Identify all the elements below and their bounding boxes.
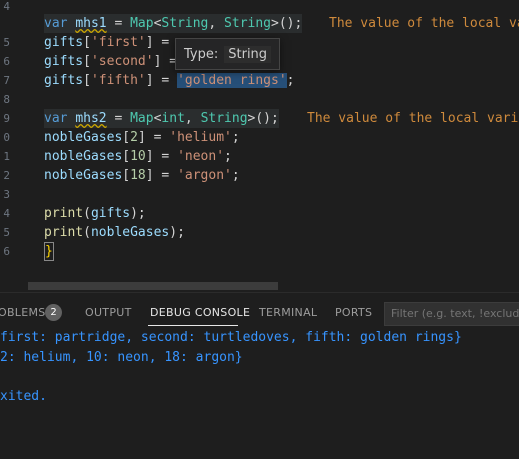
type-name: String bbox=[200, 111, 248, 126]
string-literal: 'argon' bbox=[177, 168, 232, 183]
line-number: 2 bbox=[3, 169, 10, 182]
punctuation: [ bbox=[83, 54, 91, 69]
variable: nobleGases bbox=[90, 225, 170, 240]
line-number: 5 bbox=[3, 36, 10, 49]
line-number: 6 bbox=[3, 55, 10, 68]
tooltip-value: String bbox=[224, 45, 272, 63]
tooltip-label: Type: bbox=[184, 46, 219, 62]
variable: gifts bbox=[44, 35, 84, 50]
keyword: var bbox=[44, 111, 68, 126]
variable: gifts bbox=[44, 54, 84, 69]
line-number: 5 bbox=[3, 226, 10, 239]
line-number: 0 bbox=[3, 131, 10, 144]
code-line[interactable]: print(nobleGases); bbox=[44, 223, 185, 242]
variable: nobleGases bbox=[44, 130, 123, 145]
variable: gifts bbox=[44, 73, 84, 88]
code-line[interactable]: print(gifts); bbox=[44, 204, 146, 223]
code-line[interactable]: nobleGases[10] = 'neon'; bbox=[44, 147, 232, 166]
problems-count-badge: 2 bbox=[45, 304, 62, 321]
horizontal-scrollbar[interactable] bbox=[28, 282, 278, 290]
punctuation: ); bbox=[169, 225, 185, 240]
variable-name: mhs2 bbox=[75, 111, 107, 126]
keyword: var bbox=[44, 16, 68, 31]
type-name: String bbox=[224, 16, 272, 31]
tab-output[interactable]: OUTPUT bbox=[85, 306, 132, 319]
variable: gifts bbox=[90, 206, 131, 221]
punctuation: [ bbox=[122, 168, 131, 183]
code-line[interactable]: var mhs1 = Map<String, String>(); bbox=[44, 14, 303, 33]
punctuation: ] = bbox=[145, 73, 178, 88]
punctuation: [ bbox=[122, 149, 131, 164]
function-name: print bbox=[44, 225, 84, 240]
tab-debug-console[interactable]: DEBUG CONSOLE bbox=[150, 306, 250, 319]
function-name: print bbox=[44, 206, 84, 221]
bottom-panel: OBLEMS 2 OUTPUT DEBUG CONSOLE TERMINAL P… bbox=[0, 292, 519, 459]
tab-problems[interactable]: OBLEMS bbox=[0, 306, 46, 319]
punctuation: ); bbox=[130, 206, 146, 221]
punctuation: ; bbox=[231, 168, 240, 183]
line-number: 7 bbox=[3, 74, 10, 87]
punctuation: ; bbox=[286, 73, 295, 88]
console-output-line: xited. bbox=[0, 389, 47, 404]
punctuation: ] = bbox=[145, 149, 178, 164]
line-number: 4 bbox=[3, 207, 10, 220]
type-name: Map bbox=[130, 111, 154, 126]
type-name: String bbox=[161, 16, 209, 31]
number-literal: 18 bbox=[130, 168, 146, 183]
punctuation: >(); bbox=[271, 16, 303, 31]
operator: = bbox=[106, 16, 131, 31]
line-number: 1 bbox=[3, 150, 10, 163]
type-name: Map bbox=[130, 16, 154, 31]
line-number: 8 bbox=[3, 93, 10, 106]
punctuation: [ bbox=[83, 73, 91, 88]
punctuation: ( bbox=[83, 225, 91, 240]
punctuation: , bbox=[184, 111, 201, 126]
string-literal: 'second' bbox=[90, 54, 154, 69]
code-line[interactable]: nobleGases[2] = 'helium'; bbox=[44, 128, 240, 147]
operator: = bbox=[106, 111, 131, 126]
punctuation: [ bbox=[83, 35, 91, 50]
line-number: 6 bbox=[3, 245, 10, 258]
hover-tooltip: Type: String bbox=[175, 38, 281, 70]
variable: nobleGases bbox=[44, 149, 123, 164]
string-literal: 'neon' bbox=[177, 149, 225, 164]
inline-hint: The value of the local va bbox=[329, 16, 519, 31]
punctuation: >(); bbox=[247, 111, 279, 126]
console-output-line: 2: helium, 10: neon, 18: argon} bbox=[0, 350, 243, 365]
code-editor[interactable]: 4 5 6 7 8 9 0 1 2 3 4 5 6 var mhs1 = Map… bbox=[0, 0, 519, 290]
punctuation: [ bbox=[122, 130, 131, 145]
punctuation: ; bbox=[224, 149, 232, 164]
active-tab-indicator bbox=[148, 325, 238, 326]
string-literal: 'fifth' bbox=[90, 73, 146, 88]
string-literal: 'golden rings' bbox=[177, 73, 287, 88]
closing-brace: } bbox=[44, 242, 54, 261]
panel-tabs: OBLEMS 2 OUTPUT DEBUG CONSOLE TERMINAL P… bbox=[0, 293, 519, 333]
code-line[interactable]: var mhs2 = Map<int, String>(); bbox=[44, 109, 279, 128]
punctuation: ] = bbox=[137, 130, 170, 145]
variable: nobleGases bbox=[44, 168, 123, 183]
variable-name: mhs1 bbox=[75, 16, 107, 31]
punctuation: ( bbox=[83, 206, 91, 221]
number-literal: 10 bbox=[130, 149, 146, 164]
type-name: int bbox=[161, 111, 185, 126]
number-literal: 2 bbox=[130, 130, 138, 145]
line-number: 9 bbox=[3, 112, 10, 125]
line-number: 3 bbox=[3, 188, 10, 201]
filter-input[interactable] bbox=[384, 302, 519, 326]
code-line[interactable]: nobleGases[18] = 'argon'; bbox=[44, 166, 240, 185]
punctuation: ] = bbox=[145, 35, 178, 50]
tab-ports[interactable]: PORTS bbox=[335, 306, 372, 319]
string-literal: 'first' bbox=[90, 35, 146, 50]
code-line[interactable]: gifts['first'] = bbox=[44, 33, 177, 52]
inline-hint: The value of the local varia bbox=[307, 111, 519, 126]
punctuation: ] = bbox=[145, 168, 178, 183]
code-line[interactable]: gifts['fifth'] = 'golden rings'; bbox=[44, 71, 294, 90]
punctuation: ; bbox=[231, 130, 240, 145]
punctuation: , bbox=[208, 16, 225, 31]
console-output-line: first: partridge, second: turtledoves, f… bbox=[0, 330, 462, 345]
code-line[interactable]: gifts['second'] = bbox=[44, 52, 185, 71]
tab-terminal[interactable]: TERMINAL bbox=[259, 306, 317, 319]
line-number: 4 bbox=[3, 0, 10, 13]
string-literal: 'helium' bbox=[169, 130, 232, 145]
